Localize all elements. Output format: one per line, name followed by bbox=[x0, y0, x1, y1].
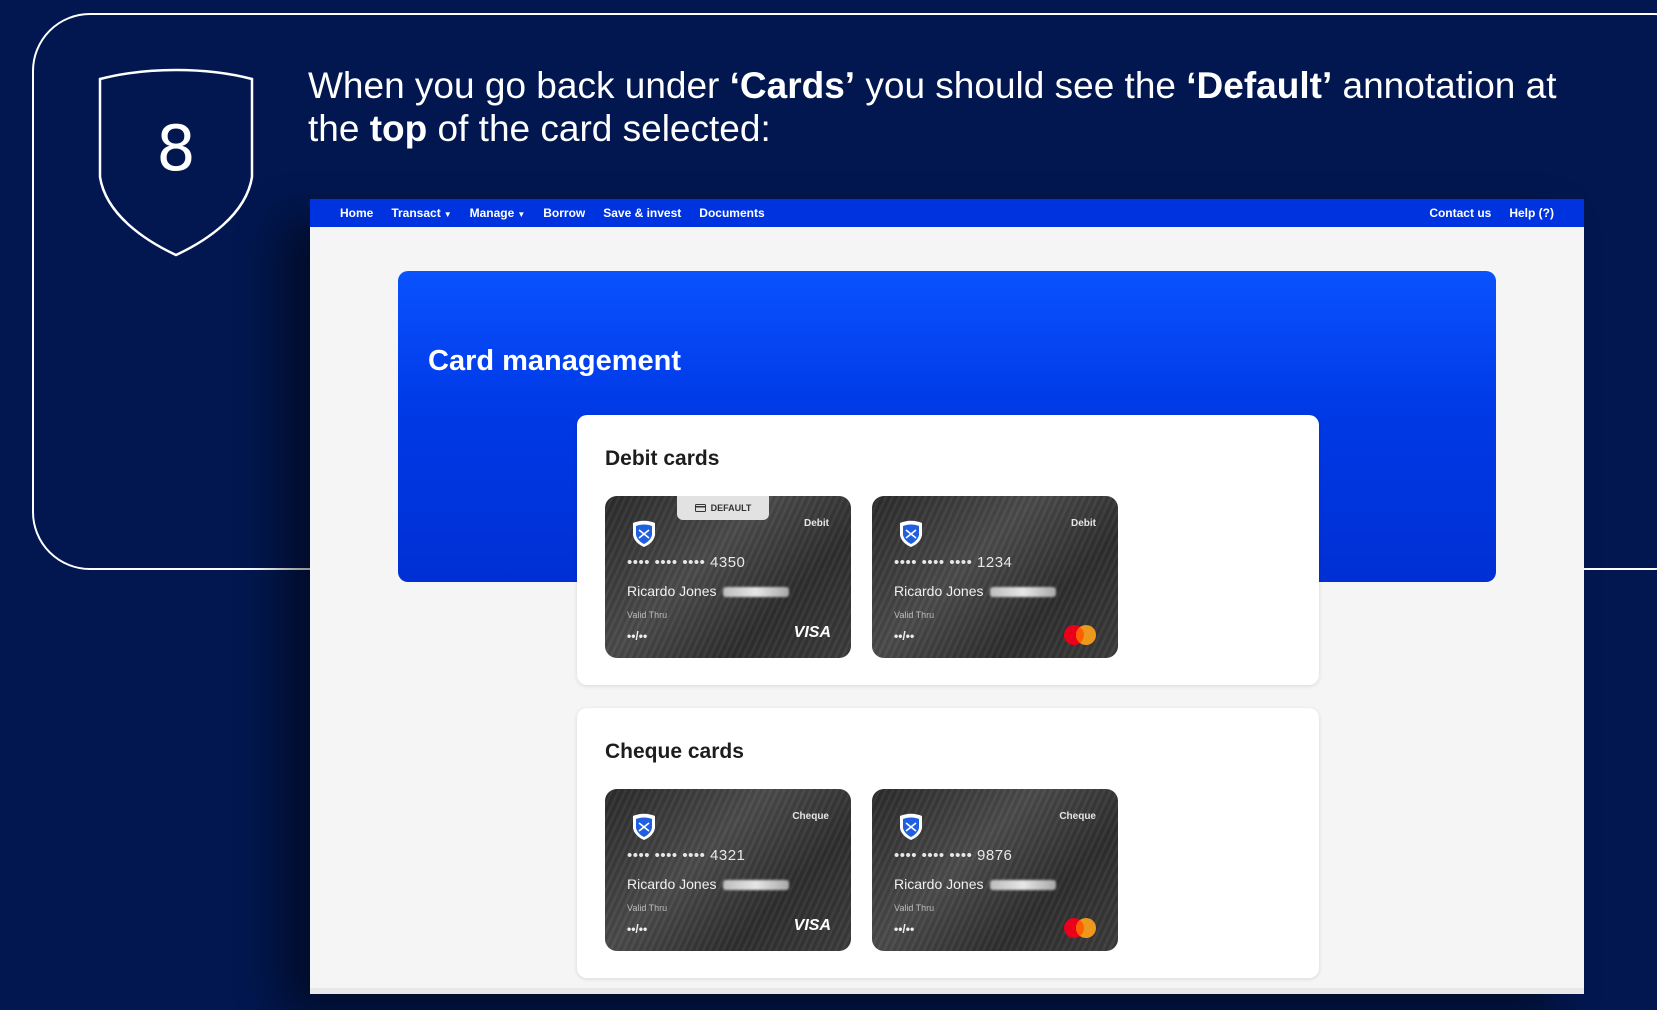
instruction-part: you should see the bbox=[855, 65, 1187, 106]
bank-shield-logo-icon bbox=[900, 520, 922, 547]
nav-label: Borrow bbox=[543, 206, 586, 220]
nav-label: Save & invest bbox=[603, 206, 682, 220]
nav-manage[interactable]: Manage ▼ bbox=[470, 206, 526, 220]
card-holder: Ricardo Jones bbox=[894, 876, 1056, 892]
card-holder: Ricardo Jones bbox=[627, 876, 789, 892]
card-icon bbox=[694, 504, 706, 512]
redacted-surname bbox=[722, 587, 789, 598]
default-badge-label: DEFAULT bbox=[710, 503, 752, 513]
instruction-part: of the card selected: bbox=[427, 108, 771, 149]
nav-label: Home bbox=[340, 206, 374, 220]
visa-logo-icon: VISA bbox=[793, 624, 831, 641]
card-holder: Ricardo Jones bbox=[627, 583, 789, 599]
card-type: Cheque bbox=[1059, 811, 1096, 822]
default-badge: DEFAULT bbox=[677, 496, 769, 520]
bank-shield-logo-icon bbox=[633, 520, 655, 547]
visa-logo-icon: VISA bbox=[793, 917, 831, 934]
mastercard-logo-icon bbox=[1064, 625, 1096, 645]
nav-right-group: Contact us Help (?) bbox=[1429, 206, 1554, 220]
redacted-surname bbox=[989, 880, 1056, 891]
nav-documents[interactable]: Documents bbox=[699, 206, 764, 220]
bank-shield-logo-icon bbox=[633, 813, 655, 840]
section-title-cheque: Cheque cards bbox=[605, 740, 744, 763]
instruction-emphasis-default: ‘Default’ bbox=[1186, 65, 1333, 106]
valid-thru-label: Valid Thru bbox=[894, 610, 935, 620]
mastercard-logo-icon bbox=[1064, 918, 1096, 938]
nav-left-group: Home Transact ▼ Manage ▼ Borrow Save & inv… bbox=[340, 206, 765, 220]
card-type: Debit bbox=[1071, 518, 1096, 529]
nav-transact[interactable]: Transact ▼ bbox=[391, 206, 451, 220]
valid-thru-label: Valid Thru bbox=[894, 903, 935, 913]
nav-borrow[interactable]: Borrow bbox=[543, 206, 585, 220]
valid-thru-value: ••/•• bbox=[627, 629, 648, 643]
nav-contact-us[interactable]: Contact us bbox=[1429, 206, 1491, 220]
card-holder-name: Ricardo Jones bbox=[627, 583, 717, 599]
top-navbar: Home Transact ▼ Manage ▼ Borrow Save & inv… bbox=[310, 199, 1584, 227]
debit-cards-panel: Debit cards DEFAULT Debit •••• •••• ••••… bbox=[577, 415, 1319, 685]
card-number: •••• •••• •••• 4321 bbox=[627, 847, 746, 864]
card-holder: Ricardo Jones bbox=[894, 583, 1056, 599]
valid-thru-value: ••/•• bbox=[894, 922, 915, 936]
page-bottom-edge bbox=[310, 988, 1584, 994]
card-type: Debit bbox=[804, 518, 829, 529]
debit-card-4350[interactable]: DEFAULT Debit •••• •••• •••• 4350 Ricard… bbox=[605, 496, 851, 658]
instruction-part: When you go back under bbox=[308, 65, 730, 106]
card-number: •••• •••• •••• 1234 bbox=[894, 554, 1013, 571]
card-type: Cheque bbox=[792, 811, 829, 822]
card-number: •••• •••• •••• 9876 bbox=[894, 847, 1013, 864]
nav-label: Manage bbox=[469, 206, 515, 220]
caret-down-icon: ▼ bbox=[517, 210, 526, 219]
card-holder-name: Ricardo Jones bbox=[627, 876, 717, 892]
nav-label: Transact bbox=[391, 206, 441, 220]
card-number: •••• •••• •••• 4350 bbox=[627, 554, 746, 571]
valid-thru-label: Valid Thru bbox=[627, 610, 668, 620]
app-screenshot: Home Transact ▼ Manage ▼ Borrow Save & inv… bbox=[310, 199, 1584, 994]
valid-thru-value: ••/•• bbox=[627, 922, 648, 936]
card-holder-name: Ricardo Jones bbox=[894, 876, 984, 892]
caret-down-icon: ▼ bbox=[443, 210, 452, 219]
redacted-surname bbox=[989, 587, 1056, 598]
step-number: 8 bbox=[156, 112, 196, 185]
debit-card-1234[interactable]: Debit •••• •••• •••• 1234 Ricardo Jones … bbox=[872, 496, 1118, 658]
redacted-surname bbox=[722, 880, 789, 891]
valid-thru-value: ••/•• bbox=[894, 629, 915, 643]
section-title-debit: Debit cards bbox=[605, 447, 720, 470]
nav-home[interactable]: Home bbox=[340, 206, 373, 220]
cheque-card-9876[interactable]: Cheque •••• •••• •••• 9876 Ricardo Jones… bbox=[872, 789, 1118, 951]
nav-save-invest[interactable]: Save & invest bbox=[603, 206, 681, 220]
bank-shield-logo-icon bbox=[900, 813, 922, 840]
card-holder-name: Ricardo Jones bbox=[894, 583, 984, 599]
page-title: Card management bbox=[428, 345, 682, 377]
nav-help[interactable]: Help (?) bbox=[1509, 206, 1554, 220]
cheque-card-4321[interactable]: Cheque •••• •••• •••• 4321 Ricardo Jones… bbox=[605, 789, 851, 951]
instruction-emphasis-cards: ‘Cards’ bbox=[729, 65, 856, 106]
valid-thru-label: Valid Thru bbox=[627, 903, 668, 913]
nav-label: Documents bbox=[699, 206, 765, 220]
cheque-cards-panel: Cheque cards Cheque •••• •••• •••• 4321 … bbox=[577, 708, 1319, 978]
instruction-text: When you go back under ‘Cards’ you shoul… bbox=[308, 64, 1608, 150]
instruction-emphasis-top: top bbox=[369, 108, 428, 149]
